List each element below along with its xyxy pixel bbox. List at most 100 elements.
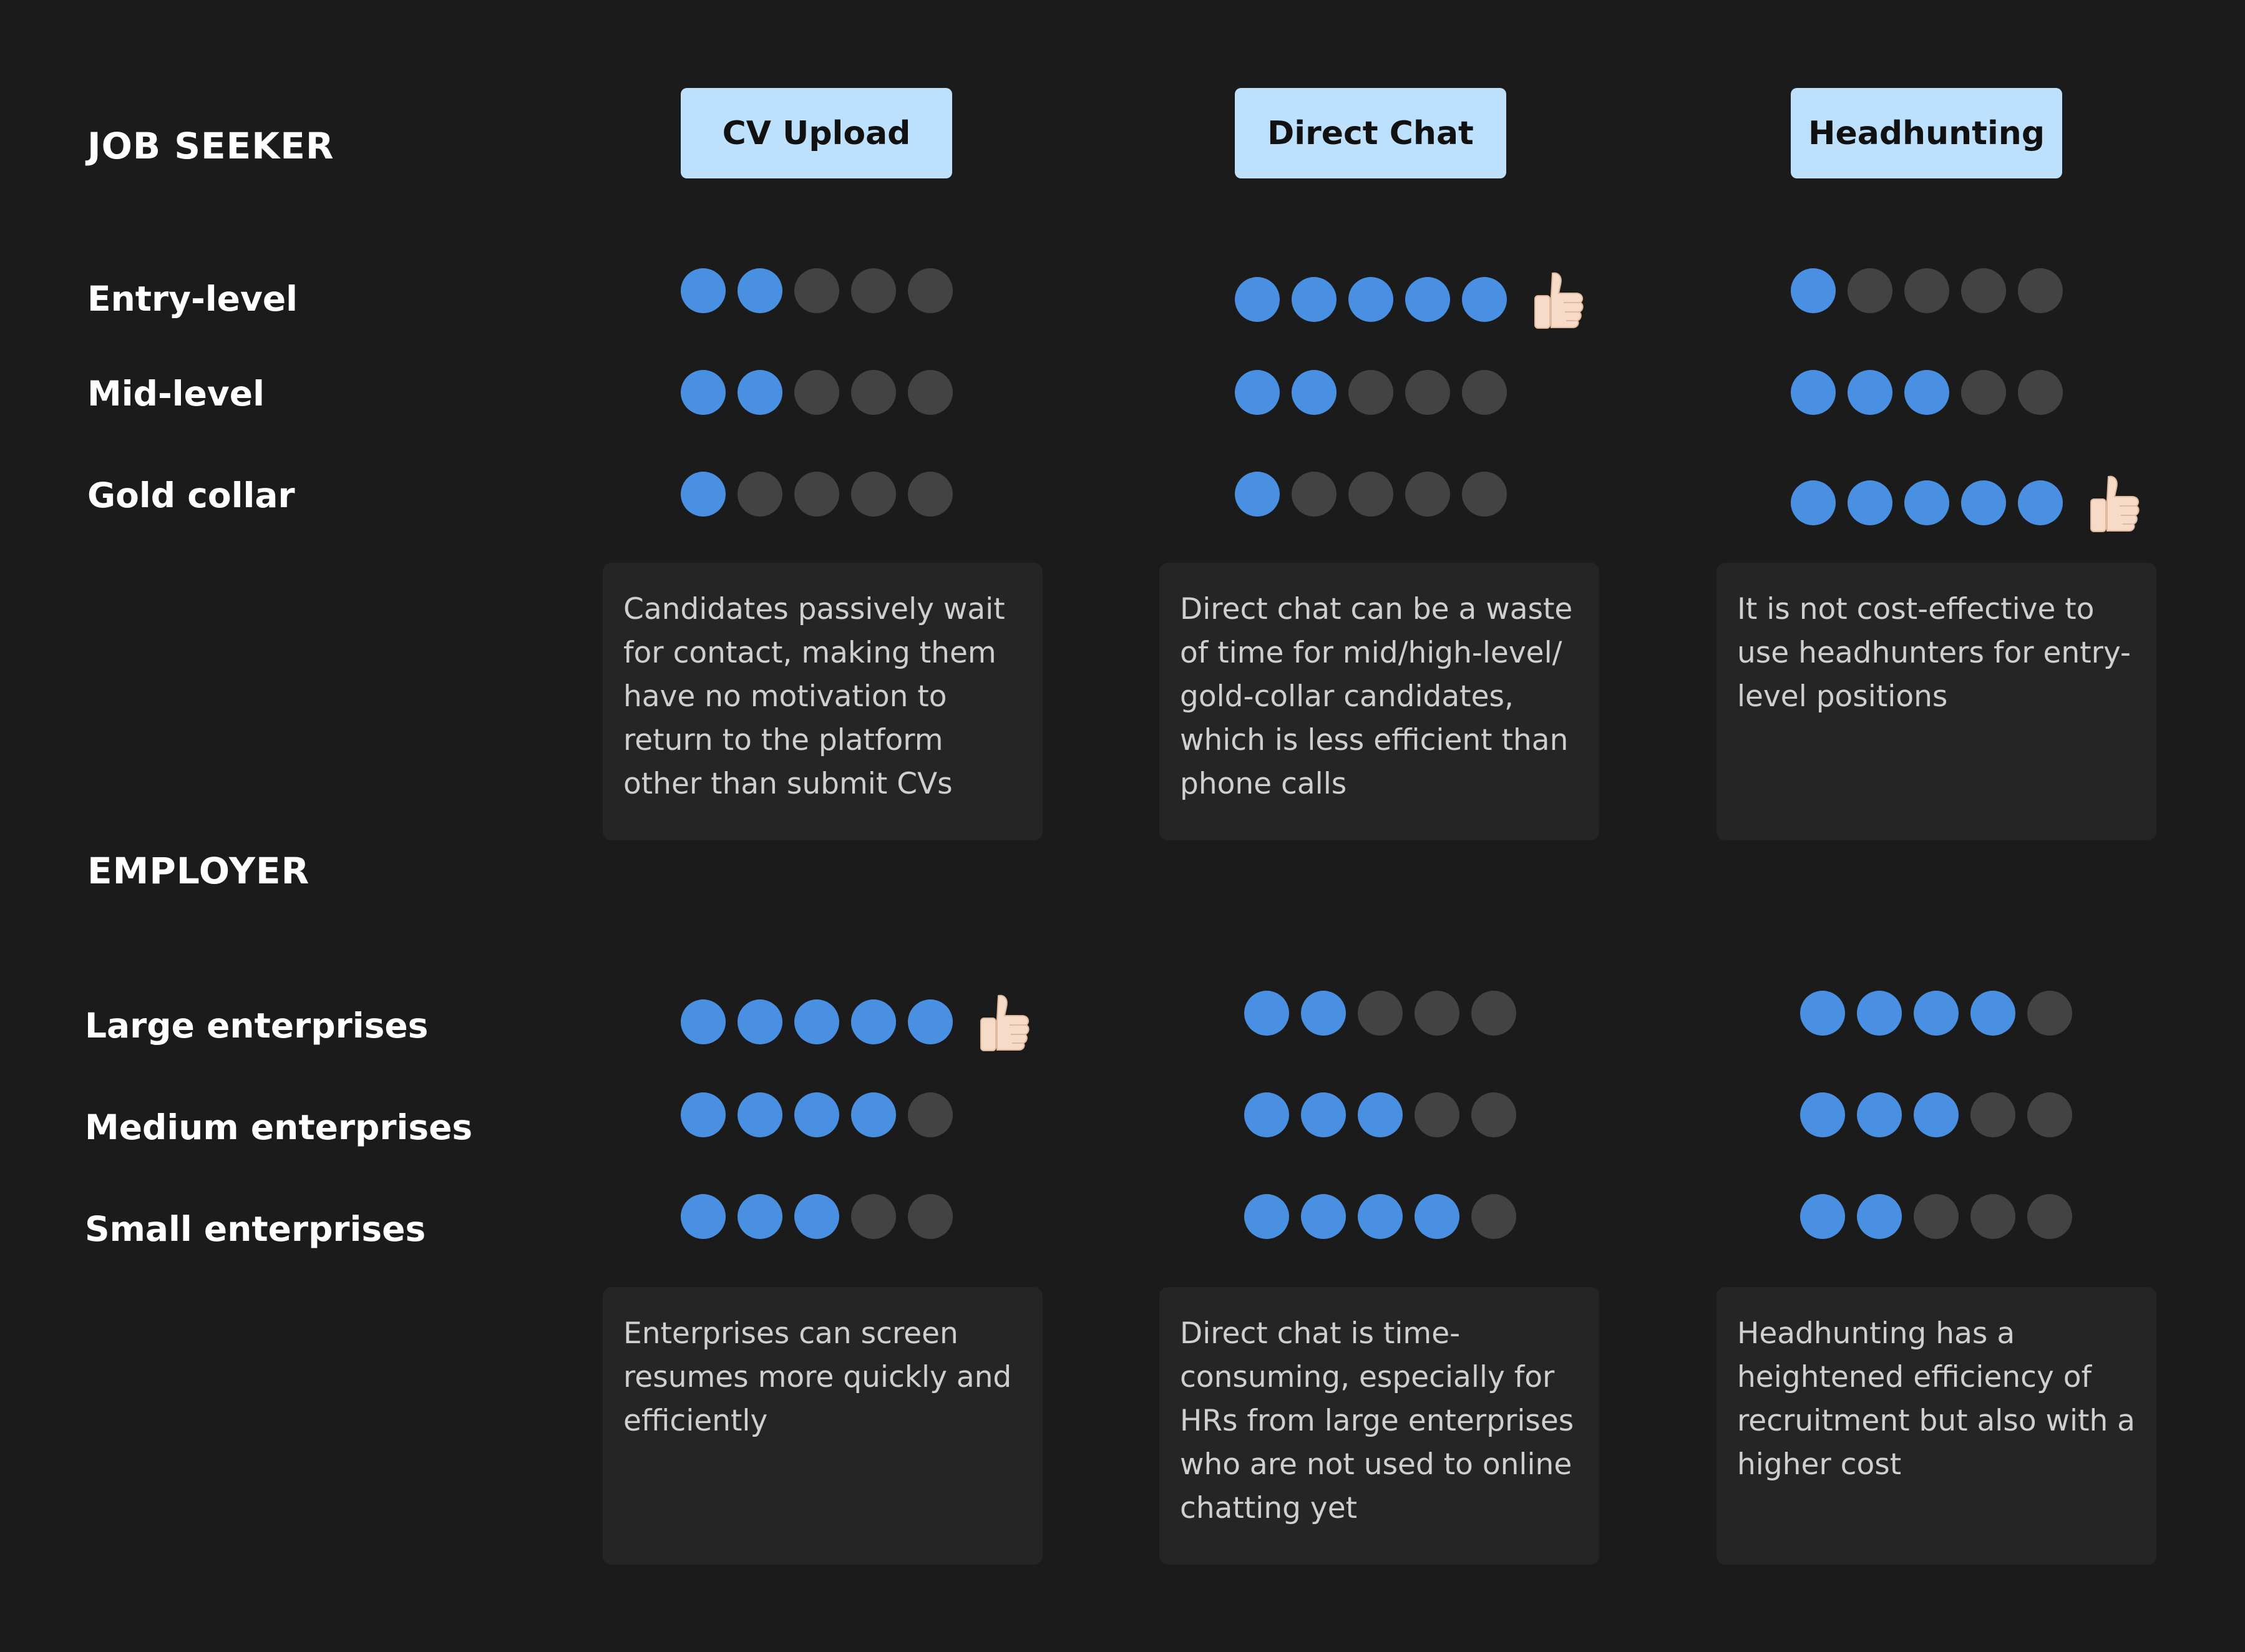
rating-dot-filled <box>1358 1194 1403 1239</box>
rating-dot-empty <box>1358 991 1403 1036</box>
rating-dot-filled <box>794 999 839 1044</box>
rating-dot-filled <box>681 472 726 517</box>
rating-large-enterprises-direct-chat <box>1244 991 1528 1036</box>
rating-dot-filled <box>738 268 782 313</box>
rating-dot-filled <box>1857 1194 1902 1239</box>
rating-entry-level-headhunting <box>1791 268 2075 313</box>
rating-dot-filled <box>1235 472 1280 517</box>
rating-dot-filled <box>1857 991 1902 1036</box>
rating-dot-filled <box>1848 370 1892 415</box>
rating-medium-enterprises-direct-chat <box>1244 1092 1528 1137</box>
rating-dot-empty <box>2018 268 2063 313</box>
rating-dot-filled <box>1415 1194 1459 1239</box>
rating-dot-filled <box>738 370 782 415</box>
rating-dot-filled <box>2018 480 2063 525</box>
rating-dot-empty <box>2018 370 2063 415</box>
row-label-small-enterprises: Small enterprises <box>85 1209 426 1249</box>
rating-dot-filled <box>1405 277 1450 322</box>
rating-dot-filled <box>1800 991 1845 1036</box>
rating-dot-empty <box>1348 472 1393 517</box>
rating-dot-filled <box>681 370 726 415</box>
rating-dot-filled <box>1848 480 1892 525</box>
rating-dot-filled <box>1800 1092 1845 1137</box>
rating-dot-empty <box>851 370 896 415</box>
rating-dot-filled <box>1970 991 2015 1036</box>
rating-dot-empty <box>908 1092 953 1137</box>
rating-dot-filled <box>1301 991 1346 1036</box>
rating-dot-empty <box>794 472 839 517</box>
rating-dot-empty <box>1970 1194 2015 1239</box>
rating-dot-filled <box>794 1092 839 1137</box>
note-job-seeker-direct-chat: Direct chat can be a waste of time for m… <box>1159 563 1599 840</box>
rating-dot-empty <box>1348 370 1393 415</box>
rating-dot-filled <box>1292 277 1337 322</box>
method-tag-cv-upload: CV Upload <box>681 88 952 178</box>
rating-dot-empty <box>1471 1092 1516 1137</box>
rating-dot-empty <box>1471 991 1516 1036</box>
rating-dot-filled <box>681 1092 726 1137</box>
rating-entry-level-cv-upload <box>681 268 965 313</box>
rating-dot-empty <box>1848 268 1892 313</box>
row-label-large-enterprises: Large enterprises <box>85 1006 429 1046</box>
rating-dot-filled <box>908 999 953 1044</box>
rating-entry-level-direct-chat <box>1235 268 1589 331</box>
rating-dot-empty <box>908 370 953 415</box>
rating-dot-empty <box>794 268 839 313</box>
note-employer-cv-upload: Enterprises can screen resumes more quic… <box>603 1287 1043 1565</box>
rating-dot-filled <box>1791 480 1836 525</box>
rating-dot-filled <box>1904 370 1949 415</box>
method-tag-headhunting: Headhunting <box>1791 88 2062 178</box>
rating-dot-filled <box>1914 1092 1959 1137</box>
rating-dot-filled <box>1235 370 1280 415</box>
rating-dot-filled <box>851 1092 896 1137</box>
note-job-seeker-headhunting: It is not cost-effective to use headhunt… <box>1717 563 2156 840</box>
rating-mid-level-direct-chat <box>1235 370 1519 415</box>
rating-dot-filled <box>1292 370 1337 415</box>
thumbs-up-icon <box>2090 475 2140 532</box>
rating-dot-empty <box>1462 370 1507 415</box>
row-label-entry-level: Entry-level <box>87 279 298 319</box>
rating-dot-filled <box>681 999 726 1044</box>
rating-dot-empty <box>1904 268 1949 313</box>
rating-dot-filled <box>1358 1092 1403 1137</box>
rating-dot-empty <box>1914 1194 1959 1239</box>
rating-dot-empty <box>1970 1092 2015 1137</box>
rating-dot-filled <box>794 1194 839 1239</box>
rating-dot-empty <box>851 1194 896 1239</box>
rating-dot-empty <box>1961 370 2006 415</box>
job-seeker-title: JOB SEEKER <box>87 125 334 167</box>
rating-dot-empty <box>2027 1092 2072 1137</box>
rating-dot-filled <box>1462 277 1507 322</box>
rating-dot-empty <box>1415 991 1459 1036</box>
rating-mid-level-headhunting <box>1791 370 2075 415</box>
rating-dot-filled <box>1301 1092 1346 1137</box>
rating-dot-empty <box>908 268 953 313</box>
rating-gold-collar-headhunting <box>1791 472 2145 534</box>
rating-dot-filled <box>738 1092 782 1137</box>
rating-dot-empty <box>1462 472 1507 517</box>
rating-dot-filled <box>1961 480 2006 525</box>
rating-dot-empty <box>1471 1194 1516 1239</box>
rating-dot-filled <box>1348 277 1393 322</box>
method-tag-direct-chat: Direct Chat <box>1235 88 1506 178</box>
rating-dot-empty <box>1415 1092 1459 1137</box>
rating-gold-collar-direct-chat <box>1235 472 1519 517</box>
note-job-seeker-cv-upload: Candidates passively wait for contact, m… <box>603 563 1043 840</box>
rating-dot-empty <box>908 1194 953 1239</box>
row-label-medium-enterprises: Medium enterprises <box>85 1107 473 1147</box>
rating-dot-filled <box>738 1194 782 1239</box>
thumbs-up-icon <box>1534 272 1584 329</box>
rating-medium-enterprises-headhunting <box>1800 1092 2084 1137</box>
comparison-diagram: JOB SEEKER EMPLOYER CV Upload Direct Cha… <box>0 0 2245 1652</box>
note-employer-direct-chat: Direct chat is time-consuming, especiall… <box>1159 1287 1599 1565</box>
rating-dot-empty <box>738 472 782 517</box>
rating-large-enterprises-cv-upload <box>681 991 1035 1053</box>
thumbs-up-icon <box>980 994 1030 1051</box>
rating-small-enterprises-cv-upload <box>681 1194 965 1239</box>
rating-dot-filled <box>681 268 726 313</box>
rating-dot-filled <box>1791 268 1836 313</box>
rating-dot-empty <box>1961 268 2006 313</box>
rating-dot-empty <box>908 472 953 517</box>
rating-medium-enterprises-cv-upload <box>681 1092 965 1137</box>
rating-dot-filled <box>1800 1194 1845 1239</box>
